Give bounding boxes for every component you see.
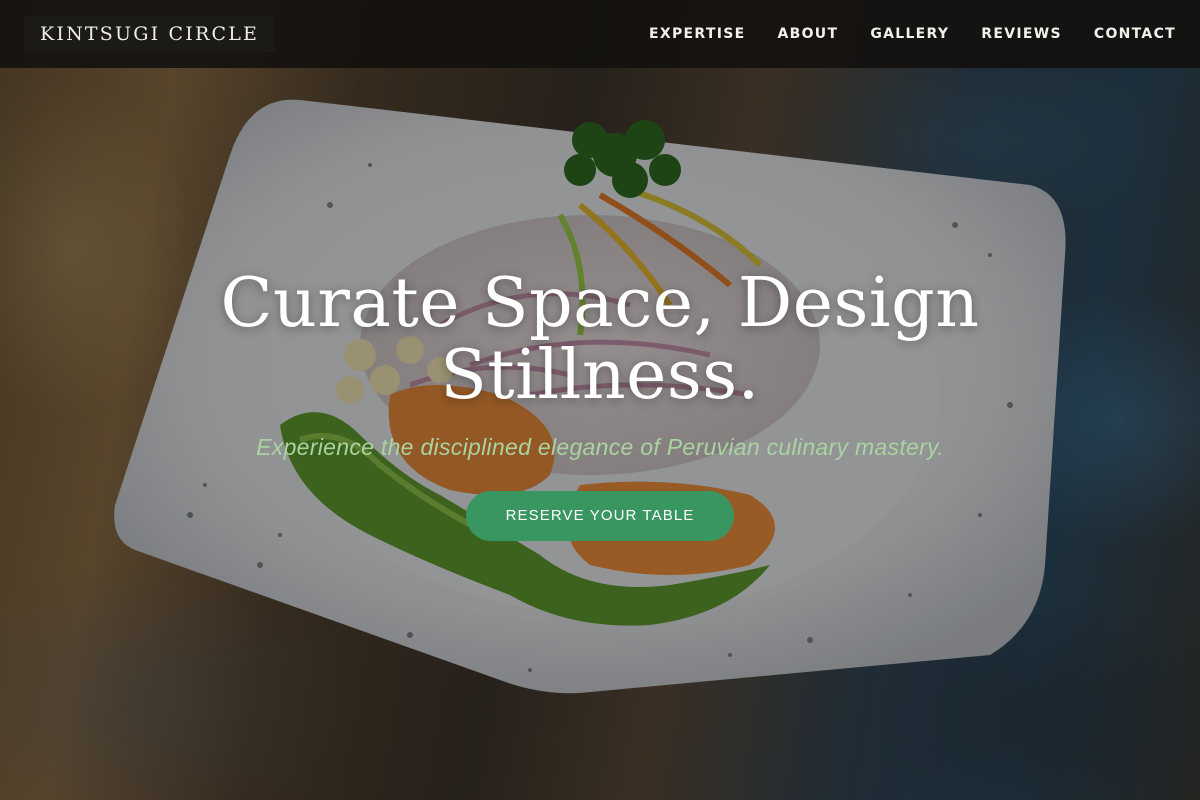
- brand-logo[interactable]: KINTSUGI CIRCLE: [24, 16, 276, 52]
- nav-link-reviews[interactable]: REVIEWS: [981, 26, 1062, 42]
- reserve-table-button[interactable]: RESERVE YOUR TABLE: [465, 491, 735, 541]
- hero-section: KINTSUGI CIRCLE EXPERTISE ABOUT GALLERY …: [0, 0, 1200, 800]
- hero-title: Curate Space, Design Stillness.: [220, 264, 980, 415]
- nav-link-about[interactable]: ABOUT: [777, 26, 838, 42]
- hero-content: Curate Space, Design Stillness. Experien…: [0, 268, 1200, 541]
- nav-links: EXPERTISE ABOUT GALLERY REVIEWS CONTACT: [649, 26, 1176, 42]
- top-navbar: KINTSUGI CIRCLE EXPERTISE ABOUT GALLERY …: [0, 0, 1200, 68]
- hero-subtitle: Experience the disciplined elegance of P…: [256, 434, 944, 460]
- nav-link-expertise[interactable]: EXPERTISE: [649, 26, 745, 42]
- nav-link-contact[interactable]: CONTACT: [1094, 26, 1176, 42]
- nav-link-gallery[interactable]: GALLERY: [870, 26, 949, 42]
